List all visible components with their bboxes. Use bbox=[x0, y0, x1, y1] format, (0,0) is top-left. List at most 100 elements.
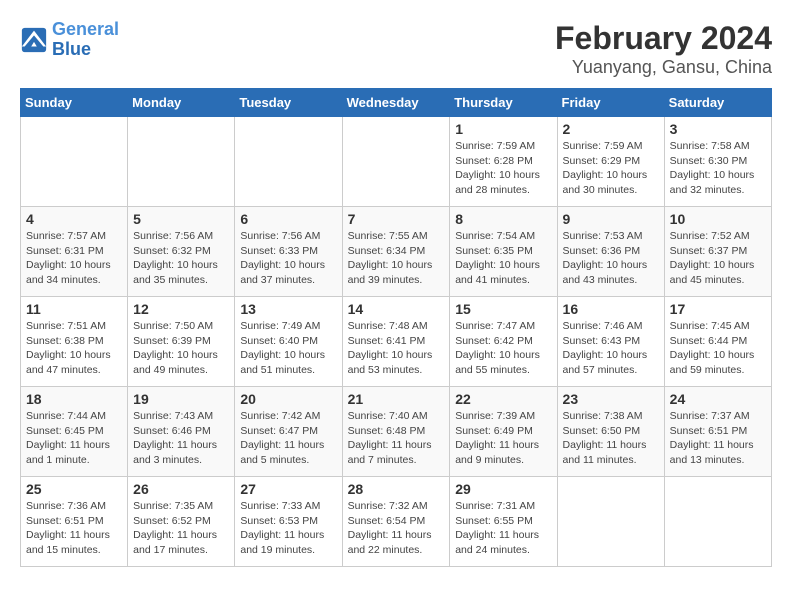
header-cell-friday: Friday bbox=[557, 89, 664, 117]
title-block: February 2024 Yuanyang, Gansu, China bbox=[555, 20, 772, 78]
day-number: 14 bbox=[348, 301, 445, 317]
day-info: Sunrise: 7:31 AMSunset: 6:55 PMDaylight:… bbox=[455, 499, 551, 558]
day-cell: 23 Sunrise: 7:38 AMSunset: 6:50 PMDayligh… bbox=[557, 387, 664, 477]
day-cell: 16 Sunrise: 7:46 AMSunset: 6:43 PMDayligh… bbox=[557, 297, 664, 387]
day-number: 6 bbox=[240, 211, 336, 227]
day-cell: 25 Sunrise: 7:36 AMSunset: 6:51 PMDayligh… bbox=[21, 477, 128, 567]
day-cell: 2 Sunrise: 7:59 AMSunset: 6:29 PMDaylight… bbox=[557, 117, 664, 207]
day-number: 4 bbox=[26, 211, 122, 227]
day-number: 27 bbox=[240, 481, 336, 497]
day-cell: 13 Sunrise: 7:49 AMSunset: 6:40 PMDayligh… bbox=[235, 297, 342, 387]
day-number: 22 bbox=[455, 391, 551, 407]
day-cell: 21Sunrise: 7:40 AMSunset: 6:48 PMDayligh… bbox=[342, 387, 450, 477]
day-cell: 11 Sunrise: 7:51 AMSunset: 6:38 PMDayligh… bbox=[21, 297, 128, 387]
header-cell-wednesday: Wednesday bbox=[342, 89, 450, 117]
day-number: 1 bbox=[455, 121, 551, 137]
day-cell: 17 Sunrise: 7:45 AMSunset: 6:44 PMDayligh… bbox=[664, 297, 771, 387]
day-cell: 6Sunrise: 7:56 AMSunset: 6:33 PMDaylight… bbox=[235, 207, 342, 297]
day-info: Sunrise: 7:32 AMSunset: 6:54 PMDaylight:… bbox=[348, 499, 445, 558]
day-info: Sunrise: 7:40 AMSunset: 6:48 PMDaylight:… bbox=[348, 409, 445, 468]
day-info: Sunrise: 7:49 AMSunset: 6:40 PMDaylight:… bbox=[240, 319, 336, 378]
month-year-title: February 2024 bbox=[555, 20, 772, 57]
day-info: Sunrise: 7:54 AMSunset: 6:35 PMDaylight:… bbox=[455, 229, 551, 288]
day-number: 26 bbox=[133, 481, 229, 497]
day-number: 19 bbox=[133, 391, 229, 407]
day-number: 24 bbox=[670, 391, 766, 407]
day-number: 18 bbox=[26, 391, 122, 407]
day-info: Sunrise: 7:52 AMSunset: 6:37 PMDaylight:… bbox=[670, 229, 766, 288]
day-cell: 22 Sunrise: 7:39 AMSunset: 6:49 PMDayligh… bbox=[450, 387, 557, 477]
header-row: SundayMondayTuesdayWednesdayThursdayFrid… bbox=[21, 89, 772, 117]
day-cell bbox=[21, 117, 128, 207]
calendar-table: SundayMondayTuesdayWednesdayThursdayFrid… bbox=[20, 88, 772, 567]
day-number: 20 bbox=[240, 391, 336, 407]
day-cell: 19 Sunrise: 7:43 AMSunset: 6:46 PMDayligh… bbox=[128, 387, 235, 477]
day-cell: 27 Sunrise: 7:33 AMSunset: 6:53 PMDayligh… bbox=[235, 477, 342, 567]
day-cell: 1 Sunrise: 7:59 AMSunset: 6:28 PMDaylight… bbox=[450, 117, 557, 207]
calendar-header: SundayMondayTuesdayWednesdayThursdayFrid… bbox=[21, 89, 772, 117]
day-info: Sunrise: 7:36 AMSunset: 6:51 PMDaylight:… bbox=[26, 499, 122, 558]
day-info: Sunrise: 7:35 AMSunset: 6:52 PMDaylight:… bbox=[133, 499, 229, 558]
day-info: Sunrise: 7:59 AMSunset: 6:29 PMDaylight:… bbox=[563, 139, 659, 198]
week-row-1: 1 Sunrise: 7:59 AMSunset: 6:28 PMDaylight… bbox=[21, 117, 772, 207]
day-info: Sunrise: 7:47 AMSunset: 6:42 PMDaylight:… bbox=[455, 319, 551, 378]
day-info: Sunrise: 7:51 AMSunset: 6:38 PMDaylight:… bbox=[26, 319, 122, 378]
day-cell: 9Sunrise: 7:53 AMSunset: 6:36 PMDaylight… bbox=[557, 207, 664, 297]
day-number: 8 bbox=[455, 211, 551, 227]
day-cell: 15 Sunrise: 7:47 AMSunset: 6:42 PMDayligh… bbox=[450, 297, 557, 387]
day-number: 15 bbox=[455, 301, 551, 317]
day-number: 12 bbox=[133, 301, 229, 317]
day-info: Sunrise: 7:39 AMSunset: 6:49 PMDaylight:… bbox=[455, 409, 551, 468]
day-cell bbox=[128, 117, 235, 207]
week-row-4: 18Sunrise: 7:44 AMSunset: 6:45 PMDayligh… bbox=[21, 387, 772, 477]
day-cell: 4Sunrise: 7:57 AMSunset: 6:31 PMDaylight… bbox=[21, 207, 128, 297]
header-cell-saturday: Saturday bbox=[664, 89, 771, 117]
day-cell: 8 Sunrise: 7:54 AMSunset: 6:35 PMDaylight… bbox=[450, 207, 557, 297]
logo-text: General Blue bbox=[52, 20, 119, 60]
calendar-body: 1 Sunrise: 7:59 AMSunset: 6:28 PMDaylight… bbox=[21, 117, 772, 567]
logo-icon bbox=[20, 26, 48, 54]
day-number: 11 bbox=[26, 301, 122, 317]
day-number: 25 bbox=[26, 481, 122, 497]
day-number: 2 bbox=[563, 121, 659, 137]
day-cell: 26 Sunrise: 7:35 AMSunset: 6:52 PMDayligh… bbox=[128, 477, 235, 567]
day-cell bbox=[557, 477, 664, 567]
day-info: Sunrise: 7:48 AMSunset: 6:41 PMDaylight:… bbox=[348, 319, 445, 378]
day-number: 7 bbox=[348, 211, 445, 227]
day-number: 5 bbox=[133, 211, 229, 227]
day-info: Sunrise: 7:43 AMSunset: 6:46 PMDaylight:… bbox=[133, 409, 229, 468]
day-cell: 12 Sunrise: 7:50 AMSunset: 6:39 PMDayligh… bbox=[128, 297, 235, 387]
day-info: Sunrise: 7:33 AMSunset: 6:53 PMDaylight:… bbox=[240, 499, 336, 558]
header-cell-tuesday: Tuesday bbox=[235, 89, 342, 117]
day-info: Sunrise: 7:59 AMSunset: 6:28 PMDaylight:… bbox=[455, 139, 551, 198]
day-cell: 29 Sunrise: 7:31 AMSunset: 6:55 PMDayligh… bbox=[450, 477, 557, 567]
day-number: 3 bbox=[670, 121, 766, 137]
header-cell-monday: Monday bbox=[128, 89, 235, 117]
day-info: Sunrise: 7:38 AMSunset: 6:50 PMDaylight:… bbox=[563, 409, 659, 468]
page-header: General Blue February 2024 Yuanyang, Gan… bbox=[20, 20, 772, 78]
day-number: 23 bbox=[563, 391, 659, 407]
day-cell: 20 Sunrise: 7:42 AMSunset: 6:47 PMDayligh… bbox=[235, 387, 342, 477]
day-number: 16 bbox=[563, 301, 659, 317]
day-info: Sunrise: 7:46 AMSunset: 6:43 PMDaylight:… bbox=[563, 319, 659, 378]
day-cell bbox=[342, 117, 450, 207]
day-number: 13 bbox=[240, 301, 336, 317]
day-cell: 5 Sunrise: 7:56 AMSunset: 6:32 PMDaylight… bbox=[128, 207, 235, 297]
day-info: Sunrise: 7:42 AMSunset: 6:47 PMDaylight:… bbox=[240, 409, 336, 468]
day-cell: 10 Sunrise: 7:52 AMSunset: 6:37 PMDayligh… bbox=[664, 207, 771, 297]
day-number: 17 bbox=[670, 301, 766, 317]
day-number: 29 bbox=[455, 481, 551, 497]
week-row-5: 25 Sunrise: 7:36 AMSunset: 6:51 PMDayligh… bbox=[21, 477, 772, 567]
day-cell: 24 Sunrise: 7:37 AMSunset: 6:51 PMDayligh… bbox=[664, 387, 771, 477]
day-number: 28 bbox=[348, 481, 445, 497]
day-info: Sunrise: 7:45 AMSunset: 6:44 PMDaylight:… bbox=[670, 319, 766, 378]
day-number: 10 bbox=[670, 211, 766, 227]
day-info: Sunrise: 7:37 AMSunset: 6:51 PMDaylight:… bbox=[670, 409, 766, 468]
day-cell: 3Sunrise: 7:58 AMSunset: 6:30 PMDaylight… bbox=[664, 117, 771, 207]
week-row-2: 4Sunrise: 7:57 AMSunset: 6:31 PMDaylight… bbox=[21, 207, 772, 297]
day-cell: 18Sunrise: 7:44 AMSunset: 6:45 PMDayligh… bbox=[21, 387, 128, 477]
day-info: Sunrise: 7:56 AMSunset: 6:32 PMDaylight:… bbox=[133, 229, 229, 288]
day-info: Sunrise: 7:50 AMSunset: 6:39 PMDaylight:… bbox=[133, 319, 229, 378]
header-cell-sunday: Sunday bbox=[21, 89, 128, 117]
logo: General Blue bbox=[20, 20, 119, 60]
